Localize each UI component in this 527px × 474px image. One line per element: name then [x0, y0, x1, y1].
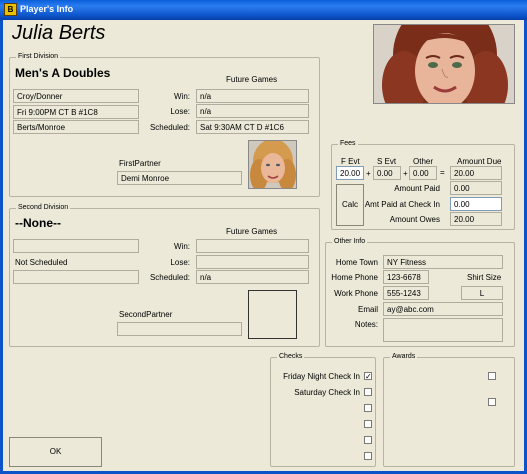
ok-button-label: OK [49, 447, 62, 456]
s-evt-label: S Evt [377, 157, 397, 166]
first-division-field-2[interactable]: Fri 9:00PM CT B #1C8 [13, 105, 139, 119]
email-field[interactable]: ay@abc.com [383, 302, 503, 316]
plus-sign-1: + [366, 169, 371, 178]
home-town-label: Home Town [335, 258, 378, 267]
amt-paid-checkin-field[interactable]: 0.00 [450, 197, 502, 211]
first-lose-field[interactable]: n/a [196, 104, 309, 118]
second-division-status: Not Scheduled [15, 258, 68, 267]
other-fee-label: Other [413, 157, 434, 166]
second-partner-field[interactable] [117, 322, 242, 336]
second-win-label: Win: [174, 242, 190, 251]
notes-field[interactable] [383, 318, 503, 342]
second-partner-photo [248, 290, 297, 339]
player-photo [373, 24, 515, 104]
awards-label: Awards [390, 353, 418, 360]
second-division-name: --None-- [15, 216, 61, 230]
check-item-checkbox-5[interactable] [364, 436, 372, 444]
amount-paid-field[interactable]: 0.00 [450, 181, 502, 195]
first-division-field-3[interactable]: Berts/Monroe [13, 120, 139, 134]
notes-label: Notes: [354, 320, 378, 329]
first-division-label: First Division [16, 53, 61, 60]
second-win-field[interactable] [196, 239, 309, 253]
calc-button-label: Calc [341, 200, 358, 209]
second-division-label: Second Division [16, 204, 71, 211]
plus-sign-2: + [403, 169, 408, 178]
amount-due-field[interactable]: 20.00 [450, 166, 502, 180]
check-item-checkbox-4[interactable] [364, 420, 372, 428]
saturday-check-in-checkbox[interactable] [364, 388, 372, 396]
other-fee-field[interactable]: 0.00 [409, 166, 437, 180]
title-bar: B Player's Info [0, 0, 527, 20]
window-title: Player's Info [20, 4, 74, 14]
friday-check-in-checkbox[interactable]: ✓ [364, 372, 372, 381]
award-checkbox-1[interactable] [488, 372, 496, 380]
f-evt-field[interactable]: 20.00 [336, 166, 364, 180]
first-division-field-1[interactable]: Croy/Donner [13, 89, 139, 103]
second-lose-label: Lose: [170, 258, 190, 267]
other-info-label: Other Info [332, 238, 368, 245]
amount-paid-label: Amount Paid [394, 184, 440, 193]
first-future-games-label: Future Games [226, 75, 278, 84]
shirt-size-label: Shirt Size [467, 273, 502, 282]
work-phone-field[interactable]: 555-1243 [383, 286, 429, 300]
first-scheduled-field[interactable]: Sat 9:30AM CT D #1C6 [196, 120, 309, 134]
first-partner-photo [248, 140, 297, 189]
shirt-size-field[interactable]: L [461, 286, 503, 300]
second-division-field-3[interactable] [13, 270, 139, 284]
first-lose-label: Lose: [170, 107, 190, 116]
checks-label: Checks [277, 353, 305, 360]
check-item-checkbox-6[interactable] [364, 452, 372, 460]
first-win-label: Win: [174, 92, 190, 101]
first-division-name: Men's A Doubles [15, 66, 111, 80]
check-item-label-1: Friday Night Check In [283, 372, 360, 381]
app-icon: B [4, 3, 17, 16]
second-division-field-1[interactable] [13, 239, 139, 253]
fees-label: Fees [338, 140, 358, 147]
check-item-checkbox-3[interactable] [364, 404, 372, 412]
home-phone-field[interactable]: 123-6678 [383, 270, 429, 284]
second-lose-field[interactable] [196, 255, 309, 269]
amount-due-label: Amount Due [457, 157, 502, 166]
amount-owes-field[interactable]: 20.00 [450, 212, 502, 226]
second-scheduled-label: Scheduled: [149, 273, 190, 282]
first-partner-label: FirstPartner [119, 159, 161, 168]
second-future-games-label: Future Games [226, 227, 278, 236]
s-evt-field[interactable]: 0.00 [373, 166, 401, 180]
second-partner-label: SecondPartner [119, 310, 173, 319]
work-phone-label: Work Phone [334, 289, 378, 298]
first-win-field[interactable]: n/a [196, 89, 309, 103]
f-evt-label: F Evt [341, 157, 360, 166]
home-phone-label: Home Phone [331, 273, 378, 282]
check-item-label-2: Saturday Check In [294, 388, 360, 397]
amt-paid-checkin-label: Amt Paid at Check In [364, 200, 440, 209]
home-town-field[interactable]: NY Fitness [383, 255, 503, 269]
player-name: Julia Berts [12, 22, 106, 44]
email-label: Email [357, 305, 378, 314]
equals-sign: = [440, 168, 445, 177]
ok-button[interactable]: OK [9, 437, 102, 467]
first-partner-field[interactable]: Demi Monroe [117, 171, 242, 185]
second-scheduled-field[interactable]: n/a [196, 270, 309, 284]
first-scheduled-label: Scheduled: [149, 123, 190, 132]
amount-owes-label: Amount Owes [389, 215, 440, 224]
calc-button[interactable]: Calc [336, 184, 364, 226]
award-checkbox-2[interactable] [488, 398, 496, 406]
